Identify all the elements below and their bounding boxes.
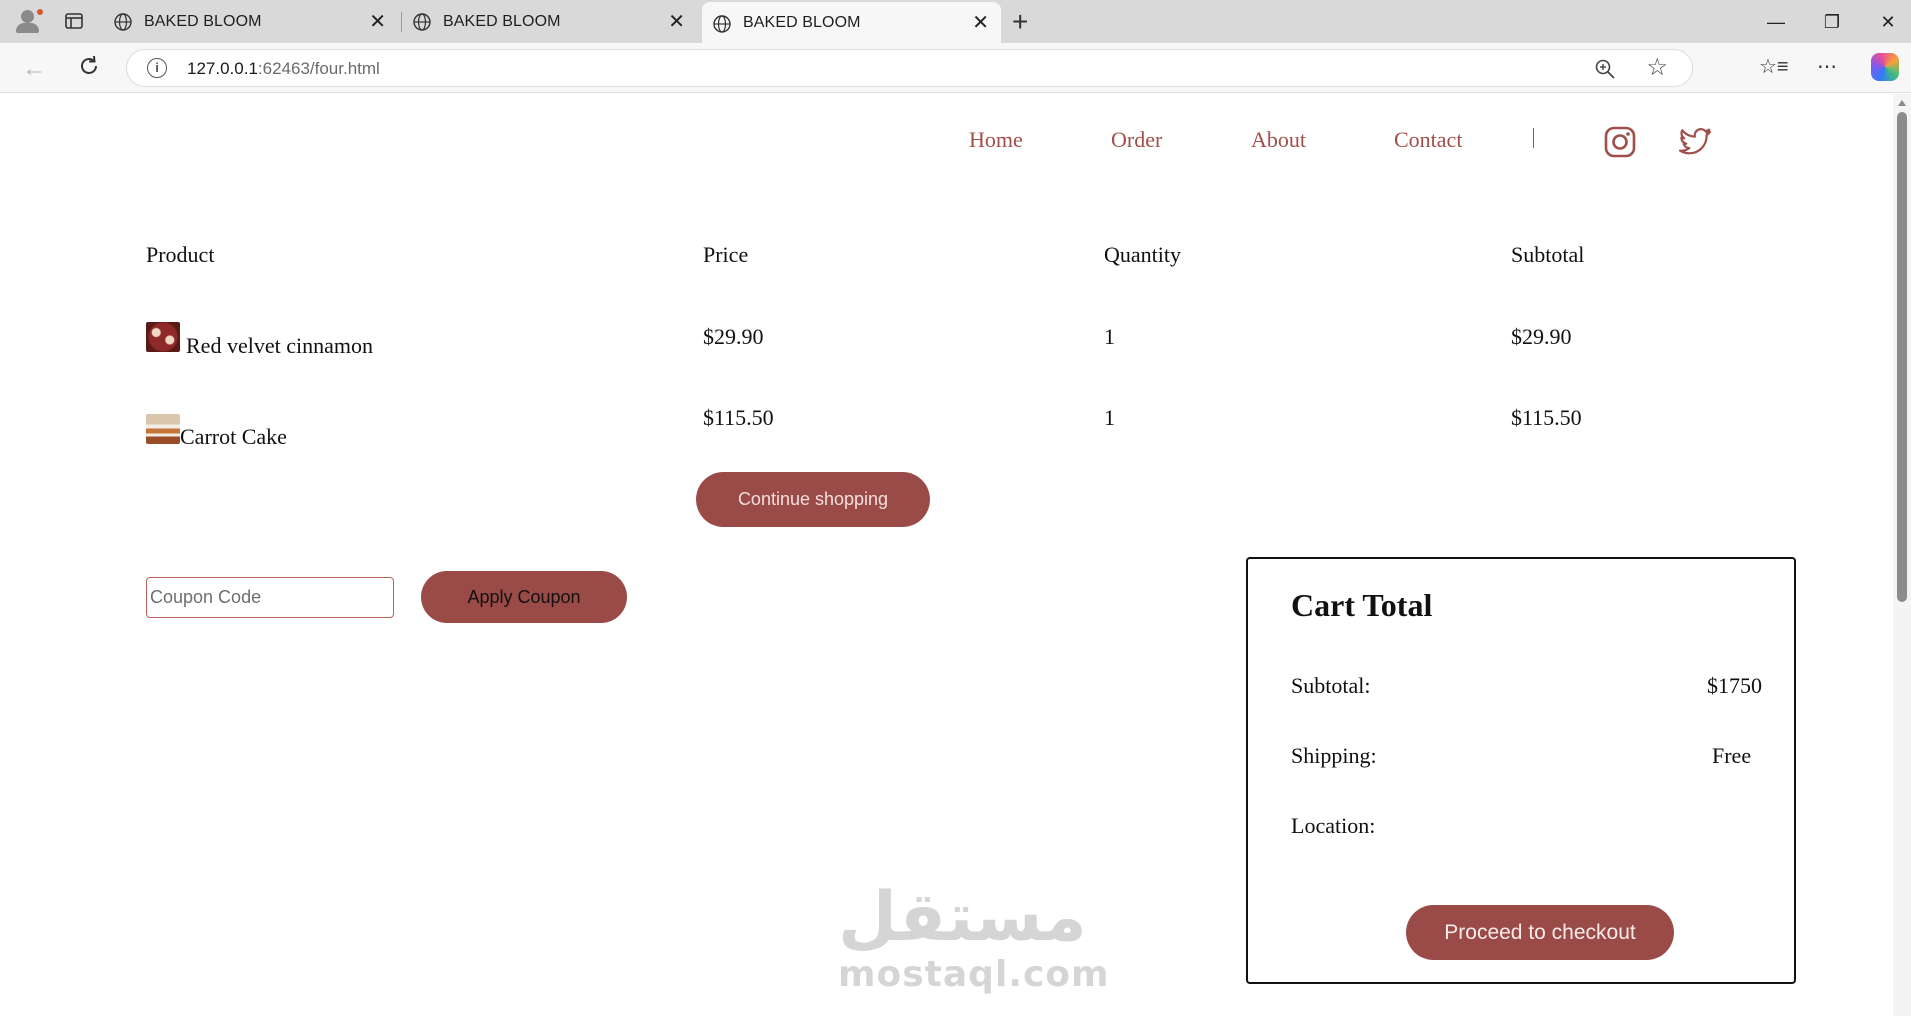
back-arrow-icon[interactable]: ← <box>22 55 46 83</box>
profile-icon[interactable] <box>12 6 44 36</box>
tab-close-icon[interactable]: ✕ <box>668 12 685 32</box>
product-quantity: 1 <box>1104 324 1115 349</box>
product-quantity: 1 <box>1104 405 1115 430</box>
nav-about-link[interactable]: About <box>1251 127 1306 153</box>
cart-total-title: Cart Total <box>1291 587 1433 623</box>
tab-close-icon[interactable]: ✕ <box>972 13 989 33</box>
column-header-product: Product <box>146 242 215 267</box>
close-window-button[interactable]: ✕ <box>1876 10 1900 34</box>
browser-tab-bar: BAKED BLOOM ✕ BAKED BLOOM ✕ BAKED BLOOM … <box>0 0 1911 43</box>
tab-actions-icon[interactable] <box>64 11 84 31</box>
shipping-label: Shipping: <box>1291 743 1377 768</box>
nav-divider <box>1533 128 1534 148</box>
subtotal-label: Subtotal: <box>1291 673 1371 698</box>
browser-tab-2[interactable]: BAKED BLOOM ✕ <box>402 0 697 43</box>
continue-shopping-button[interactable]: Continue shopping <box>696 472 930 527</box>
url-field[interactable]: i 127.0.0.1:62463/four.html ☆ <box>126 49 1693 87</box>
watermark-latin: mostaql.com <box>838 954 1110 995</box>
product-name: Red velvet cinnamon <box>186 333 373 358</box>
globe-icon <box>114 13 132 31</box>
zoom-icon[interactable] <box>1594 58 1616 80</box>
globe-icon <box>713 15 731 33</box>
scrollbar-thumb[interactable] <box>1897 112 1907 602</box>
favorite-star-icon[interactable]: ☆ <box>1646 56 1668 80</box>
tab-title: BAKED BLOOM <box>743 13 861 31</box>
tab-close-icon[interactable]: ✕ <box>369 12 386 32</box>
shipping-value: Free <box>1712 743 1752 768</box>
product-image-red-velvet <box>146 322 180 352</box>
watermark-arabic: مستقل <box>838 878 1087 957</box>
restore-button[interactable]: ❐ <box>1820 10 1844 34</box>
product-price: $29.90 <box>703 324 764 349</box>
address-bar: ← i 127.0.0.1:62463/four.html ☆ ☆≡ ⋯ <box>0 43 1911 93</box>
globe-icon <box>413 13 431 31</box>
proceed-to-checkout-button[interactable]: Proceed to checkout <box>1406 905 1674 960</box>
url-host: 127.0.0.1 <box>187 59 258 78</box>
reload-icon[interactable] <box>76 53 102 79</box>
product-name: Carrot Cake <box>180 424 287 449</box>
product-subtotal: $115.50 <box>1511 405 1582 430</box>
url-path: :62463/four.html <box>257 59 380 78</box>
column-header-price: Price <box>703 242 749 267</box>
copilot-icon[interactable] <box>1871 53 1899 81</box>
tab-title: BAKED BLOOM <box>144 12 262 30</box>
apply-coupon-button[interactable]: Apply Coupon <box>421 571 627 623</box>
site-info-icon[interactable]: i <box>147 58 167 78</box>
minimize-button[interactable]: — <box>1764 10 1788 34</box>
nav-order-link[interactable]: Order <box>1111 127 1162 153</box>
nav-home-link[interactable]: Home <box>969 127 1023 153</box>
column-header-subtotal: Subtotal <box>1511 242 1585 267</box>
watermark-logo: مستقل mostaql.com <box>838 878 1110 995</box>
coupon-code-input[interactable] <box>146 577 394 618</box>
twitter-icon[interactable] <box>1677 124 1713 160</box>
more-options-icon[interactable]: ⋯ <box>1813 53 1841 81</box>
url-text: 127.0.0.1:62463/four.html <box>187 59 380 79</box>
instagram-icon[interactable] <box>1602 124 1638 160</box>
browser-tab-3-active[interactable]: BAKED BLOOM ✕ <box>702 2 1001 43</box>
location-label: Location: <box>1291 813 1376 838</box>
scroll-up-arrow-icon[interactable] <box>1898 100 1906 106</box>
browser-tab-1[interactable]: BAKED BLOOM ✕ <box>103 0 398 43</box>
new-tab-button[interactable]: + <box>1012 8 1028 36</box>
nav-contact-link[interactable]: Contact <box>1394 127 1462 153</box>
favorites-icon[interactable]: ☆≡ <box>1759 53 1789 81</box>
product-subtotal: $29.90 <box>1511 324 1572 349</box>
tab-title: BAKED BLOOM <box>443 12 561 30</box>
column-header-quantity: Quantity <box>1104 242 1181 267</box>
product-image-carrot-cake <box>146 414 180 444</box>
subtotal-value: $1750 <box>1707 673 1762 698</box>
product-price: $115.50 <box>703 405 774 430</box>
